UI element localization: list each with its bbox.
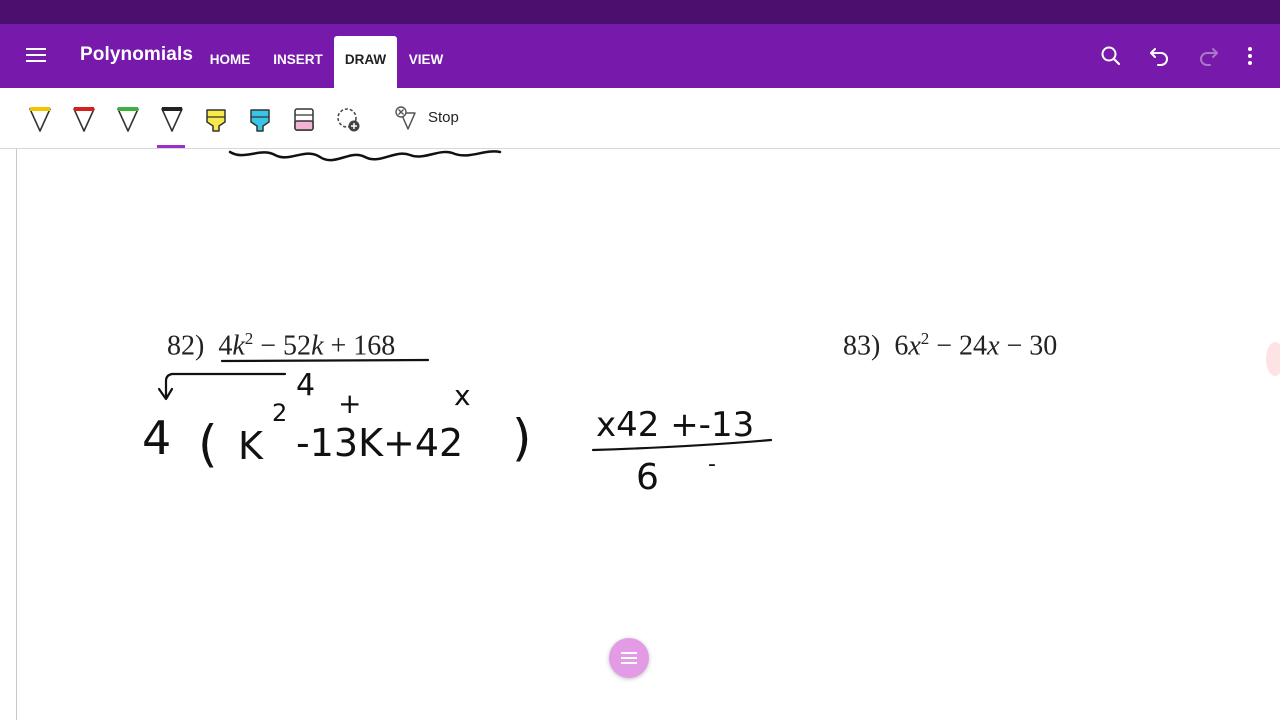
scroll-edge-indicator [1266, 342, 1280, 376]
lasso-select-icon[interactable] [334, 104, 362, 134]
menu-icon[interactable] [22, 44, 50, 68]
black-pen-icon[interactable] [158, 104, 186, 134]
note-canvas[interactable]: 82) 4k2 − 52k + 168 83) 6x2 − 24x − 30 4… [0, 149, 1280, 720]
underline-mark [220, 358, 430, 363]
ink-work-bottom: 6 [636, 457, 659, 498]
green-pen-icon[interactable] [114, 104, 142, 134]
stop-drawing-button[interactable]: Stop [428, 109, 459, 126]
tab-insert[interactable]: INSERT [268, 36, 328, 88]
redo-icon[interactable] [1194, 42, 1222, 70]
red-pen-icon[interactable] [70, 104, 98, 134]
status-bar [0, 0, 1280, 24]
yellow-pen-icon[interactable] [26, 104, 54, 134]
search-icon[interactable] [1097, 42, 1125, 70]
more-icon[interactable] [1236, 42, 1264, 70]
app-bar: Polynomials HOME INSERT DRAW VIEW [0, 24, 1280, 88]
tab-home[interactable]: HOME [202, 36, 258, 88]
ink-factor-open: ( [198, 415, 218, 473]
tab-view[interactable]: VIEW [402, 36, 450, 88]
ink-factor-middle: -13K+42 [296, 421, 463, 465]
handwriting-layer: 4 + x 4 ( K 2 -13K+42 ) x42 +-13 6 - [142, 150, 773, 498]
pink-highlighter-icon[interactable] [290, 104, 318, 134]
ink-factor-exponent: 2 [272, 399, 287, 427]
scribble-mark [228, 150, 502, 162]
undo-icon[interactable] [1146, 42, 1174, 70]
ink-plus-mark: + [338, 387, 361, 420]
ink-factor-close: ) [512, 409, 532, 467]
notebook-title: Polynomials [80, 44, 194, 65]
tab-draw[interactable]: DRAW [334, 36, 397, 88]
cyan-highlighter-icon[interactable] [246, 104, 274, 134]
ink-factor-variable: K [238, 424, 264, 468]
ink-work-dash: - [708, 452, 716, 477]
yellow-highlighter-icon[interactable] [202, 104, 230, 134]
stop-drawing-icon[interactable] [392, 104, 420, 134]
page-menu-button[interactable] [609, 638, 649, 678]
ink-work-top: x42 +-13 [596, 405, 754, 445]
ink-times-mark: x [454, 379, 471, 412]
ink-gcf: 4 [296, 368, 315, 403]
selected-tool-indicator [157, 145, 185, 148]
ink-factor-leading: 4 [142, 411, 171, 465]
draw-toolbar: Stop [0, 88, 1280, 149]
arrow-mark [164, 372, 287, 399]
